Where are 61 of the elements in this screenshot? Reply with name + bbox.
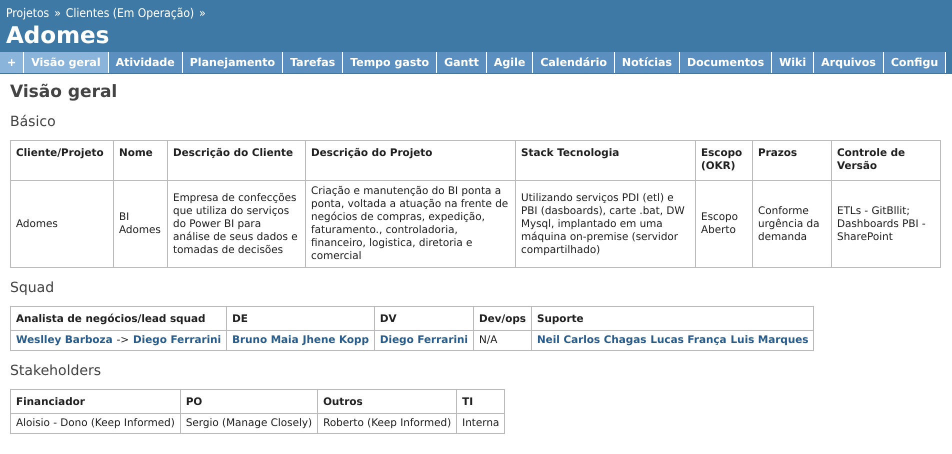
table-cell: N/A: [473, 330, 532, 350]
column-header: Financiador: [10, 390, 180, 414]
nav-tab[interactable]: Wiki: [772, 52, 814, 73]
table-cell: Empresa de confecções que utiliza do serviços do Power BI para análise de seus dados e tomadas de decisões: [168, 180, 306, 268]
table-cell: Sergio (Manage Closely): [180, 414, 318, 434]
table-cell: Aloisio - Dono (Keep Informed): [10, 414, 180, 434]
column-header: Controle de Versão: [832, 140, 940, 180]
column-header: DV: [374, 306, 474, 330]
nav-tab[interactable]: Atividade: [108, 52, 183, 73]
column-header: DE: [226, 306, 374, 330]
new-item-button[interactable]: +: [0, 52, 24, 73]
nav-tab[interactable]: Tarefas: [283, 52, 344, 73]
table-cell: Roberto (Keep Informed): [318, 414, 457, 434]
person-link[interactable]: Lucas França: [650, 334, 727, 347]
nav-tab[interactable]: Planejamento: [182, 52, 284, 73]
column-header: PO: [180, 390, 318, 414]
table-cell: Interna: [456, 414, 505, 434]
column-header: Cliente/Projeto: [10, 140, 114, 180]
nav-tab[interactable]: Configu: [884, 52, 946, 73]
cell-text: ->: [116, 334, 130, 347]
table-cell: Escopo Aberto: [696, 180, 752, 268]
section-title: Squad: [10, 280, 56, 296]
person-link[interactable]: Jhene Kopp: [302, 334, 369, 347]
section-title: Básico: [10, 114, 57, 130]
nav-tab[interactable]: Notícias: [614, 52, 680, 73]
nav-tab[interactable]: Documentos: [680, 52, 772, 73]
table-cell: ETLs - GitBllit; Dashboards PBI - SharePoint: [832, 180, 940, 268]
table-cell: BI Adomes: [114, 180, 168, 268]
person-link[interactable]: Bruno Maia: [232, 334, 299, 347]
nav-tab[interactable]: Agile: [486, 52, 534, 73]
column-header: Analista de negócios/lead squad: [10, 306, 227, 330]
person-link[interactable]: Diego Ferrarini: [133, 334, 222, 347]
nav-tab[interactable]: Visão geral: [24, 52, 109, 73]
nav-tab[interactable]: Gantt: [437, 52, 487, 73]
breadcrumb-link[interactable]: Clientes (Em Operação): [66, 6, 194, 20]
person-link[interactable]: Neil Carlos Chagas: [536, 334, 646, 347]
nav-tab[interactable]: Calendário: [533, 52, 615, 73]
breadcrumb-link[interactable]: Projetos: [6, 6, 50, 20]
person-link[interactable]: Luis Marques: [730, 334, 808, 347]
table-cell: Criação e manutenção do BI ponta a ponta, voltada a atuação na frente de negócios de compras, expedição, faturamento., controladoria, financeiro, logistica, diretoria e comercial: [306, 180, 516, 268]
nav-tab[interactable]: Tempo gasto: [343, 52, 438, 73]
column-header: Prazos: [752, 140, 832, 180]
table-cell: Utilizando serviços PDI (etl) e PBI (dasboards), carte .bat, DW Mysql, implantado em uma máquina on-premise (servidor compartilhado): [516, 180, 696, 268]
nav-tab[interactable]: Arquivos: [814, 52, 884, 73]
table-cell: Conforme urgência da demanda: [752, 180, 832, 268]
column-header: Nome: [114, 140, 168, 180]
table-cell: Adomes: [10, 180, 114, 268]
section-title: Stakeholders: [10, 363, 102, 379]
column-header: Descrição do Projeto: [306, 140, 516, 180]
column-header: Stack Tecnologia: [516, 140, 696, 180]
person-link[interactable]: Weslley Barboza: [16, 334, 113, 347]
column-header: Dev/ops: [473, 306, 532, 330]
column-header: TI: [456, 390, 505, 414]
column-header: Suporte: [531, 306, 814, 330]
page-title: Visão geral: [10, 82, 118, 102]
breadcrumb-separator: »: [199, 6, 206, 20]
breadcrumb-separator: »: [54, 6, 61, 20]
project-title: Adomes: [6, 22, 110, 50]
column-header: Escopo (OKR): [696, 140, 752, 180]
column-header: Descrição do Cliente: [168, 140, 306, 180]
column-header: Outros: [318, 390, 457, 414]
